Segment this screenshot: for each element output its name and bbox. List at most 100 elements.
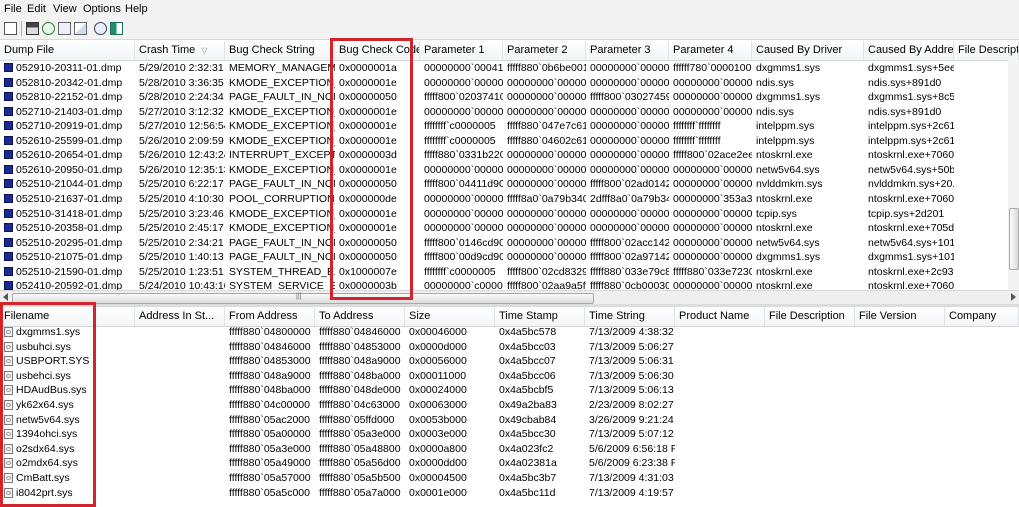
table-row[interactable]: CmBatt.sys fffff880`05a57000 fffff880`05a5… <box>0 471 1019 486</box>
scroll-left-icon[interactable] <box>3 293 8 301</box>
crash-list-hscrollbar[interactable]: ||| <box>0 290 1019 305</box>
cell-bug-check-string: INTERRUPT_EXCEPTION... <box>225 148 335 162</box>
table-row[interactable]: 052610-25599-01.dmp 5/26/2010 2:09:59 ...… <box>0 134 1019 149</box>
cell-bug-check-string: MEMORY_MANAGEME... <box>225 61 335 75</box>
cell-bug-check-string: KMODE_EXCEPTION_N... <box>225 76 335 90</box>
table-row[interactable]: 052510-20295-01.dmp 5/25/2010 2:34:21 ...… <box>0 236 1019 251</box>
cell-time-string: 7/13/2009 5:07:12 ... <box>585 427 675 441</box>
col-product-name[interactable]: Product Name <box>675 307 765 326</box>
table-row[interactable]: 052710-21403-01.dmp 5/27/2010 3:12:32 ...… <box>0 105 1019 120</box>
table-row[interactable]: USBPORT.SYS fffff880`04853000 fffff880`048… <box>0 354 1019 369</box>
cell-parameter-4: ffffff780`00001000 <box>669 61 752 75</box>
cell-text: 00000000`000000... <box>590 149 669 162</box>
cell-parameter-4: 00000000`000000... <box>669 76 752 90</box>
table-row[interactable]: 052510-20358-01.dmp 5/25/2010 2:45:17 ...… <box>0 221 1019 236</box>
cell-address-in-stack <box>135 325 225 339</box>
table-row[interactable]: 052810-20342-01.dmp 5/28/2010 3:36:35 ...… <box>0 76 1019 91</box>
table-row[interactable]: 052510-21590-01.dmp 5/25/2010 1:23:51 ...… <box>0 265 1019 280</box>
table-row[interactable]: 052510-21044-01.dmp 5/25/2010 6:22:17 ...… <box>0 177 1019 192</box>
table-row[interactable]: 052510-21075-01.dmp 5/25/2010 1:40:13 ...… <box>0 250 1019 265</box>
table-row[interactable]: 052910-20311-01.dmp 5/29/2010 2:32:31 ...… <box>0 61 1019 76</box>
cell-text: dxgmms1.sys+5ee3 <box>868 62 954 74</box>
table-row[interactable]: o2sdx64.sys fffff880`05a3e000 fffff880`05a… <box>0 442 1019 457</box>
cell-text: dxgmms1.sys+8c57 <box>868 91 954 104</box>
menu-view[interactable]: View <box>53 3 77 15</box>
cell-dump-file: 052610-20950-01.dmp <box>0 163 135 177</box>
cell-text: 5/25/2010 1:23:51 ... <box>139 265 225 278</box>
cell-parameter-3: 00000000`000000... <box>586 134 669 148</box>
copy-icon[interactable] <box>58 22 71 35</box>
col-address-in-stack[interactable]: Address In St... <box>135 307 225 326</box>
cell-text: 0x4a5bcc07 <box>499 355 556 368</box>
cell-bug-check-string: KMODE_EXCEPTION_N... <box>225 134 335 148</box>
table-row[interactable]: 052610-20654-01.dmp 5/26/2010 12:43:24...… <box>0 148 1019 163</box>
cell-from-address: fffff880`04846000 <box>225 340 315 354</box>
save-icon[interactable] <box>26 22 39 35</box>
table-row[interactable]: 052710-20919-01.dmp 5/27/2010 12:56:54...… <box>0 119 1019 134</box>
cell-time-stamp: 0x4a5bc11d <box>495 486 585 500</box>
col-label: Parameter 2 <box>507 44 568 56</box>
scrollbar-thumb[interactable] <box>12 293 594 304</box>
table-row[interactable]: 1394ohci.sys fffff880`05a00000 fffff880`05… <box>0 427 1019 442</box>
cell-caused-by-driver: ntoskrnl.exe <box>752 148 864 162</box>
table-row[interactable]: 052810-22152-01.dmp 5/28/2010 2:24:34 ...… <box>0 90 1019 105</box>
cell-text: 5/26/2010 12:35:13... <box>139 163 225 176</box>
cell-text: 7/13/2009 4:19:57 ... <box>589 486 675 499</box>
cell-from-address: fffff880`05a00000 <box>225 427 315 441</box>
dump-file-icon <box>4 266 13 276</box>
table-row[interactable]: 052610-20950-01.dmp 5/26/2010 12:35:13...… <box>0 163 1019 178</box>
col-crash-time[interactable]: Crash Time ▽ <box>135 41 225 60</box>
col-parameter-1[interactable]: Parameter 1 <box>420 41 503 60</box>
col-file-description[interactable]: File Descriptio <box>954 41 1019 60</box>
menu-edit[interactable]: Edit <box>27 3 46 15</box>
col-caused-by-address[interactable]: Caused By Address <box>864 41 954 60</box>
crash-list-vscrollbar[interactable] <box>1008 60 1019 290</box>
menu-help[interactable]: Help <box>125 3 148 15</box>
col-time-string[interactable]: Time String <box>585 307 675 326</box>
menu-options[interactable]: Options <box>83 3 121 15</box>
col-label: From Address <box>229 310 298 322</box>
properties-icon[interactable] <box>74 22 87 35</box>
scrollbar-thumb[interactable] <box>1009 208 1019 270</box>
col-to-address[interactable]: To Address <box>315 307 405 326</box>
dump-file-icon <box>4 281 13 291</box>
col-parameter-2[interactable]: Parameter 2 <box>503 41 586 60</box>
cell-crash-time: 5/25/2010 2:45:17 ... <box>135 221 225 235</box>
table-row[interactable]: i8042prt.sys fffff880`05a5c000 fffff880`05… <box>0 486 1019 501</box>
cell-text: 00000000`000000... <box>507 178 586 191</box>
col-size[interactable]: Size <box>405 307 495 326</box>
table-row[interactable]: 052510-21637-01.dmp 5/25/2010 4:10:30 ...… <box>0 192 1019 207</box>
menu-file[interactable]: File <box>4 3 22 15</box>
table-row[interactable]: netw5v64.sys fffff880`05ac2000 fffff880`05… <box>0 413 1019 428</box>
col-bug-check-string[interactable]: Bug Check String <box>225 41 335 60</box>
table-row[interactable]: usbehci.sys fffff880`048a9000 fffff880`048… <box>0 369 1019 384</box>
col-file-version[interactable]: File Version <box>855 307 945 326</box>
table-row[interactable]: yk62x64.sys fffff880`04c00000 fffff880`04c… <box>0 398 1019 413</box>
cell-dump-file: 052510-21075-01.dmp <box>0 250 135 264</box>
col-dump-file[interactable]: Dump File <box>0 41 135 60</box>
table-row[interactable]: 052510-31418-01.dmp 5/25/2010 3:23:46 ...… <box>0 207 1019 222</box>
new-window-icon[interactable] <box>4 22 17 35</box>
refresh-icon[interactable] <box>42 22 55 35</box>
col-file-description[interactable]: File Description <box>765 307 855 326</box>
table-row[interactable]: dxgmms1.sys fffff880`04800000 fffff880`048… <box>0 325 1019 340</box>
scroll-right-icon[interactable] <box>1011 293 1016 301</box>
exit-icon[interactable] <box>110 22 123 35</box>
table-row[interactable]: HDAudBus.sys fffff880`048ba000 fffff880`04… <box>0 383 1019 398</box>
cell-dump-file: 052710-21403-01.dmp <box>0 105 135 119</box>
col-company[interactable]: Company <box>945 307 1019 326</box>
table-row[interactable]: o2mdx64.sys fffff880`05a49000 fffff880`05a… <box>0 456 1019 471</box>
cell-text: 052610-20950-01.dmp <box>16 163 123 176</box>
col-caused-by-driver[interactable]: Caused By Driver <box>752 41 864 60</box>
col-parameter-3[interactable]: Parameter 3 <box>586 41 669 60</box>
col-time-stamp[interactable]: Time Stamp <box>495 307 585 326</box>
cell-size: 0x0003e000 <box>405 427 495 441</box>
find-icon[interactable] <box>94 22 107 35</box>
table-row[interactable]: usbuhci.sys fffff880`04846000 fffff880`048… <box>0 340 1019 355</box>
cell-text: 0x4a5bcbf5 <box>499 384 554 397</box>
col-from-address[interactable]: From Address <box>225 307 315 326</box>
cell-crash-time: 5/27/2010 3:12:32 ... <box>135 105 225 119</box>
col-parameter-4[interactable]: Parameter 4 <box>669 41 752 60</box>
cell-time-stamp: 0x4a5bc3b7 <box>495 471 585 485</box>
cell-text: netw5v64.sys <box>756 163 820 176</box>
